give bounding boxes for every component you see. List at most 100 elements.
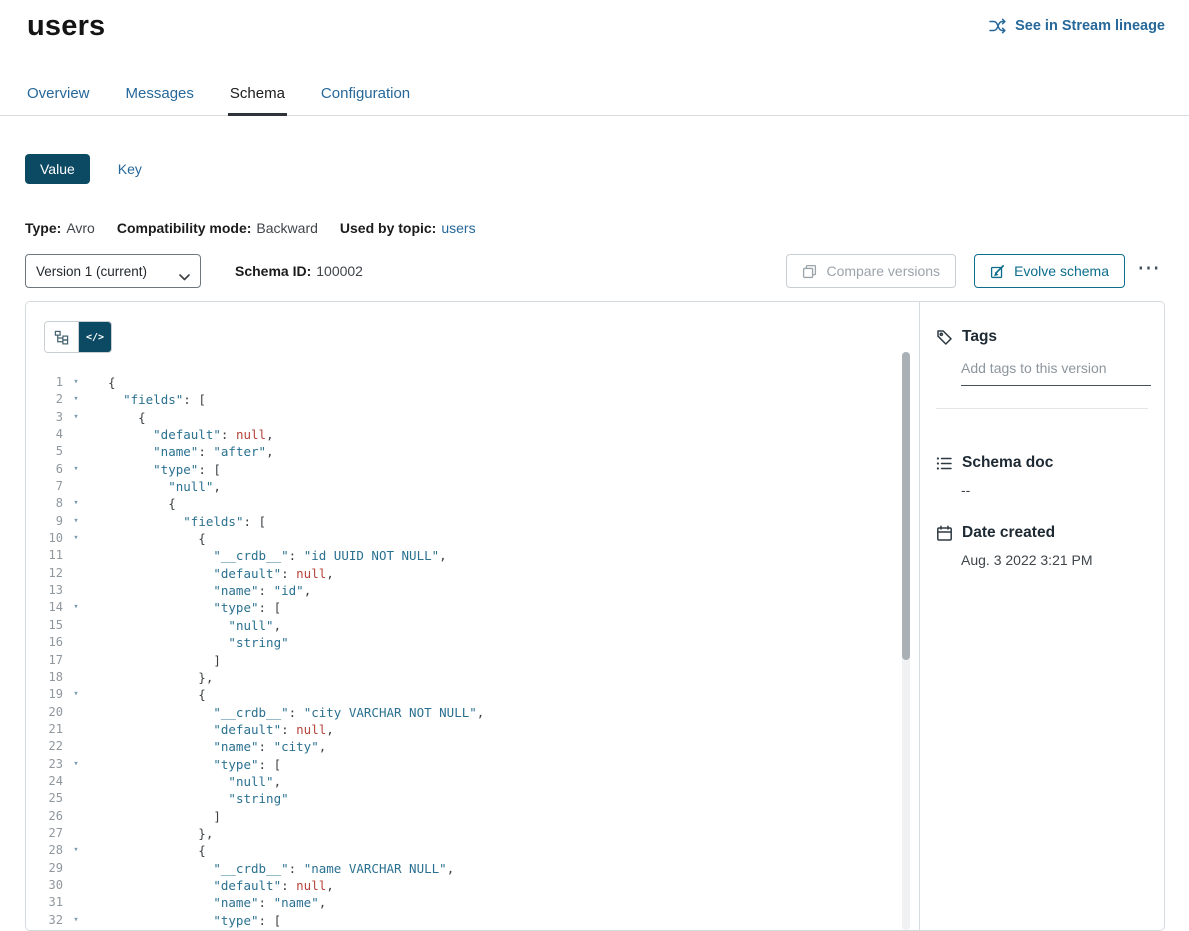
line-number: 25 bbox=[26, 790, 63, 807]
fold-arrow-icon[interactable]: ▾ bbox=[68, 391, 84, 408]
code-text: "fields": [ bbox=[108, 513, 266, 530]
code-line: 6▾ "type": [ bbox=[26, 461, 919, 478]
line-number: 28 bbox=[26, 842, 63, 859]
code-text: "string" bbox=[108, 790, 289, 807]
tree-view-button[interactable] bbox=[45, 322, 78, 352]
line-number: 9 bbox=[26, 513, 63, 530]
code-text: "name": "after", bbox=[108, 443, 274, 460]
compatibility-value: Backward bbox=[256, 220, 317, 236]
compare-versions-label: Compare versions bbox=[826, 263, 940, 279]
fold-arrow-icon[interactable]: ▾ bbox=[68, 461, 84, 478]
line-number: 16 bbox=[26, 634, 63, 651]
code-line: 32▾ "type": [ bbox=[26, 912, 919, 929]
fold-spacer bbox=[68, 634, 84, 651]
fold-arrow-icon[interactable]: ▾ bbox=[68, 513, 84, 530]
fold-spacer bbox=[68, 860, 84, 877]
tag-icon bbox=[936, 329, 953, 346]
schema-sidebar: Tags Schema doc -- Date created bbox=[920, 302, 1164, 930]
line-number: 19 bbox=[26, 686, 63, 703]
fold-arrow-icon[interactable]: ▾ bbox=[68, 756, 84, 773]
fold-arrow-icon[interactable]: ▾ bbox=[68, 599, 84, 616]
schema-meta-row: Type:Avro Compatibility mode:Backward Us… bbox=[25, 220, 1189, 236]
version-select[interactable]: Version 1 (current) bbox=[25, 254, 201, 288]
code-text: { bbox=[108, 530, 206, 547]
scrollbar-thumb[interactable] bbox=[902, 352, 910, 660]
fold-spacer bbox=[68, 652, 84, 669]
tab-overview[interactable]: Overview bbox=[25, 85, 92, 115]
code-text: "__crdb__": "id UUID NOT NULL", bbox=[108, 547, 447, 564]
code-text: { bbox=[108, 842, 206, 859]
tab-configuration[interactable]: Configuration bbox=[319, 85, 412, 115]
compare-icon bbox=[802, 264, 817, 279]
code-text: "type": [ bbox=[108, 599, 281, 616]
fold-spacer bbox=[68, 617, 84, 634]
fold-arrow-icon[interactable]: ▾ bbox=[68, 409, 84, 426]
fold-arrow-icon[interactable]: ▾ bbox=[68, 842, 84, 859]
code-text: ] bbox=[108, 652, 221, 669]
code-text: ] bbox=[108, 808, 221, 825]
list-icon bbox=[936, 455, 953, 472]
top-bar: users See in Stream lineage bbox=[0, 0, 1189, 43]
code-text: "__crdb__": "name VARCHAR NULL", bbox=[108, 860, 454, 877]
topic-meta: Used by topic:users bbox=[340, 220, 476, 236]
line-number: 7 bbox=[26, 478, 63, 495]
line-number: 6 bbox=[26, 461, 63, 478]
code-text: "type": [ bbox=[108, 756, 281, 773]
line-number: 26 bbox=[26, 808, 63, 825]
date-created-header: Date created bbox=[936, 524, 1148, 542]
schema-panel: </> 1 ▾ {2▾ "fields": [3▾ {4 "default": nu… bbox=[25, 301, 1165, 931]
tab-messages[interactable]: Messages bbox=[124, 85, 196, 115]
schema-doc-section: Schema doc -- bbox=[936, 454, 1148, 498]
code-line: 3▾ { bbox=[26, 409, 919, 426]
code-text: "name": "city", bbox=[108, 738, 326, 755]
fold-spacer bbox=[68, 825, 84, 842]
code-line: 17 ] bbox=[26, 652, 919, 669]
stream-lineage-link[interactable]: See in Stream lineage bbox=[989, 18, 1165, 34]
code-line: 4 "default": null, bbox=[26, 426, 919, 443]
code-line: 8▾ { bbox=[26, 495, 919, 512]
value-toggle-button[interactable]: Value bbox=[25, 154, 90, 184]
fold-spacer bbox=[68, 790, 84, 807]
evolve-schema-button[interactable]: Evolve schema bbox=[974, 254, 1125, 288]
code-line: 2▾ "fields": [ bbox=[26, 391, 919, 408]
schema-doc-header: Schema doc bbox=[936, 454, 1148, 472]
stream-lineage-label: See in Stream lineage bbox=[1015, 18, 1165, 34]
code-view-button[interactable]: </> bbox=[78, 322, 111, 352]
fold-arrow-icon[interactable]: ▾ bbox=[68, 912, 84, 929]
compare-versions-button[interactable]: Compare versions bbox=[786, 254, 956, 288]
add-tags-input[interactable] bbox=[961, 358, 1151, 386]
fold-arrow-icon[interactable]: ▾ bbox=[68, 374, 84, 391]
code-line: 31 "name": "name", bbox=[26, 894, 919, 911]
code-view-icon: </> bbox=[86, 332, 104, 343]
editor-scrollbar[interactable] bbox=[902, 352, 910, 930]
topic-link[interactable]: users bbox=[441, 220, 475, 236]
code-line: 27 }, bbox=[26, 825, 919, 842]
line-number: 4 bbox=[26, 426, 63, 443]
fold-spacer bbox=[68, 877, 84, 894]
code-line: 23▾ "type": [ bbox=[26, 756, 919, 773]
code-line: 16 "string" bbox=[26, 634, 919, 651]
line-number: 15 bbox=[26, 617, 63, 634]
line-number: 8 bbox=[26, 495, 63, 512]
line-number: 1 bbox=[26, 374, 63, 391]
fold-arrow-icon[interactable]: ▾ bbox=[68, 495, 84, 512]
line-number: 11 bbox=[26, 547, 63, 564]
version-select-wrap: Version 1 (current) bbox=[25, 254, 201, 288]
tab-schema[interactable]: Schema bbox=[228, 85, 287, 115]
controls-row: Version 1 (current) Schema ID:100002 Com… bbox=[25, 254, 1165, 288]
fold-spacer bbox=[68, 443, 84, 460]
code-text: { bbox=[108, 686, 206, 703]
code-line: 30 "default": null, bbox=[26, 877, 919, 894]
fold-arrow-icon[interactable]: ▾ bbox=[68, 686, 84, 703]
edit-icon bbox=[990, 264, 1005, 279]
line-number: 20 bbox=[26, 704, 63, 721]
fold-arrow-icon[interactable]: ▾ bbox=[68, 530, 84, 547]
key-toggle-button[interactable]: Key bbox=[112, 160, 148, 178]
code-line: 20 "__crdb__": "city VARCHAR NOT NULL", bbox=[26, 704, 919, 721]
code-line: 22 "name": "city", bbox=[26, 738, 919, 755]
code-text: "fields": [ bbox=[108, 391, 206, 408]
more-options-button[interactable]: ⋯ bbox=[1133, 256, 1165, 287]
line-number: 27 bbox=[26, 825, 63, 842]
code-line: 19 ▾ { bbox=[26, 686, 919, 703]
type-label: Type: bbox=[25, 220, 61, 236]
